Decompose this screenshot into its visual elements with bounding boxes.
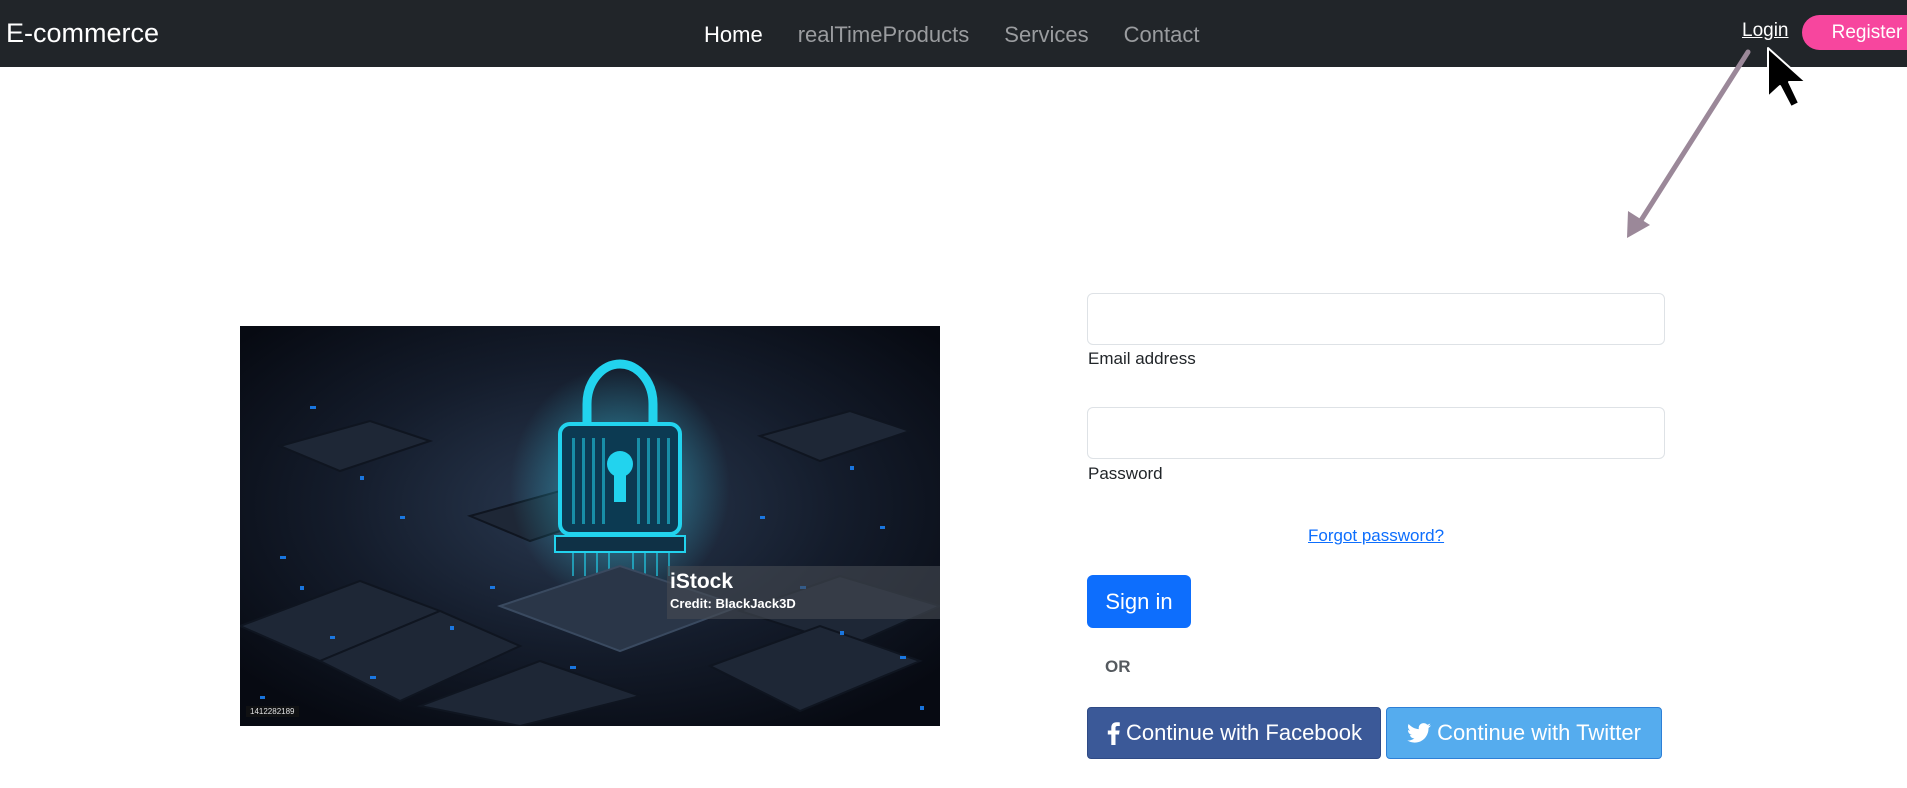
istock-logo: iStock [670, 570, 734, 593]
facebook-button-label: Continue with Facebook [1125, 720, 1363, 745]
or-divider: OR [1105, 657, 1131, 676]
twitter-login-button[interactable]: Continue with Twitter [1386, 707, 1662, 759]
hero-image-art [240, 326, 940, 726]
mouse-cursor-icon [1767, 47, 1807, 108]
email-field[interactable] [1087, 293, 1665, 345]
hero-image: iStock Credit: BlackJack3D 1412282189 [240, 326, 940, 726]
twitter-icon [1407, 723, 1432, 743]
sign-in-button[interactable]: Sign in [1087, 575, 1191, 628]
twitter-button-label: Continue with Twitter [1437, 720, 1641, 745]
forgot-password-link[interactable]: Forgot password? [1308, 526, 1444, 546]
image-credit: Credit: BlackJack3D [670, 596, 796, 611]
facebook-login-button[interactable]: Continue with Facebook [1087, 707, 1381, 759]
annotation-arrow-icon [1627, 49, 1751, 238]
image-id-label: 1412282189 [246, 706, 299, 717]
password-label: Password [1088, 464, 1163, 483]
email-label: Email address [1088, 349, 1196, 368]
password-field[interactable] [1087, 407, 1665, 459]
facebook-icon [1106, 721, 1120, 745]
